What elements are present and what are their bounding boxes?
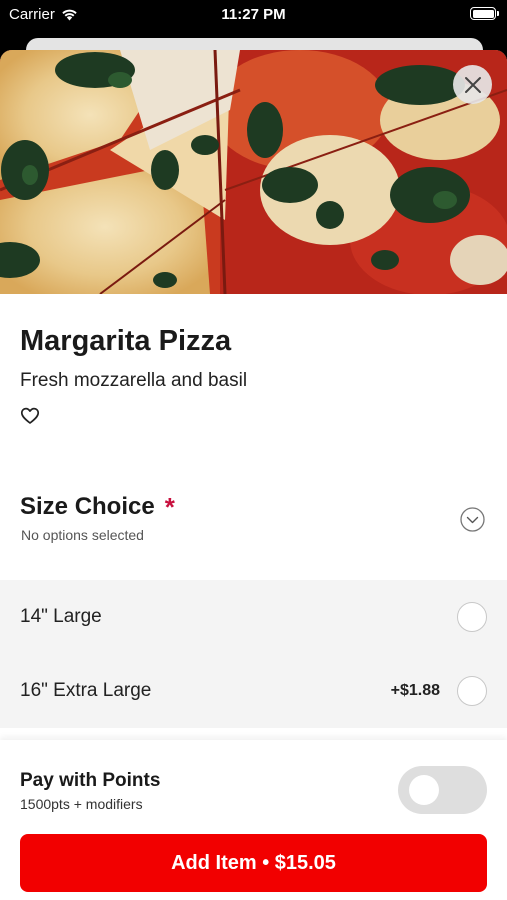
- option-label: 14" Large: [20, 606, 102, 627]
- close-icon: [464, 76, 481, 93]
- status-bar: Carrier 11:27 PM: [0, 0, 507, 30]
- heart-outline-icon[interactable]: [20, 406, 40, 426]
- size-option-14-large[interactable]: 14" Large: [0, 580, 507, 654]
- size-option-16-extra-large[interactable]: 16" Extra Large +$1.88: [0, 654, 507, 728]
- option-label: 16" Extra Large: [20, 680, 152, 701]
- pay-with-points-subtitle: 1500pts + modifiers: [20, 796, 143, 812]
- size-choice-title: Size Choice *: [20, 490, 175, 522]
- pay-with-points-title: Pay with Points: [20, 770, 161, 791]
- option-radio[interactable]: [457, 602, 487, 632]
- close-button[interactable]: [453, 65, 492, 104]
- required-marker: *: [164, 492, 175, 522]
- size-options-list: 14" Large 16" Extra Large +$1.88: [0, 580, 507, 728]
- size-choice-status: No options selected: [21, 527, 144, 543]
- toggle-knob: [409, 775, 439, 805]
- item-description: Fresh mozzarella and basil: [20, 370, 248, 391]
- battery-icon: [470, 7, 499, 20]
- pay-with-points-toggle[interactable]: [398, 766, 487, 814]
- size-choice-header[interactable]: Size Choice * No options selected: [0, 490, 507, 580]
- add-item-button[interactable]: Add Item • $15.05: [20, 834, 487, 892]
- option-price: +$1.88: [390, 682, 440, 699]
- size-choice-label: Size Choice: [20, 493, 155, 520]
- clock: 11:27 PM: [221, 6, 286, 23]
- item-title: Margarita Pizza: [20, 325, 232, 357]
- chevron-down-circle-icon[interactable]: [460, 507, 485, 532]
- checkout-footer: Pay with Points 1500pts + modifiers Add …: [0, 740, 507, 900]
- option-radio[interactable]: [457, 676, 487, 706]
- pizza-image: [0, 50, 507, 294]
